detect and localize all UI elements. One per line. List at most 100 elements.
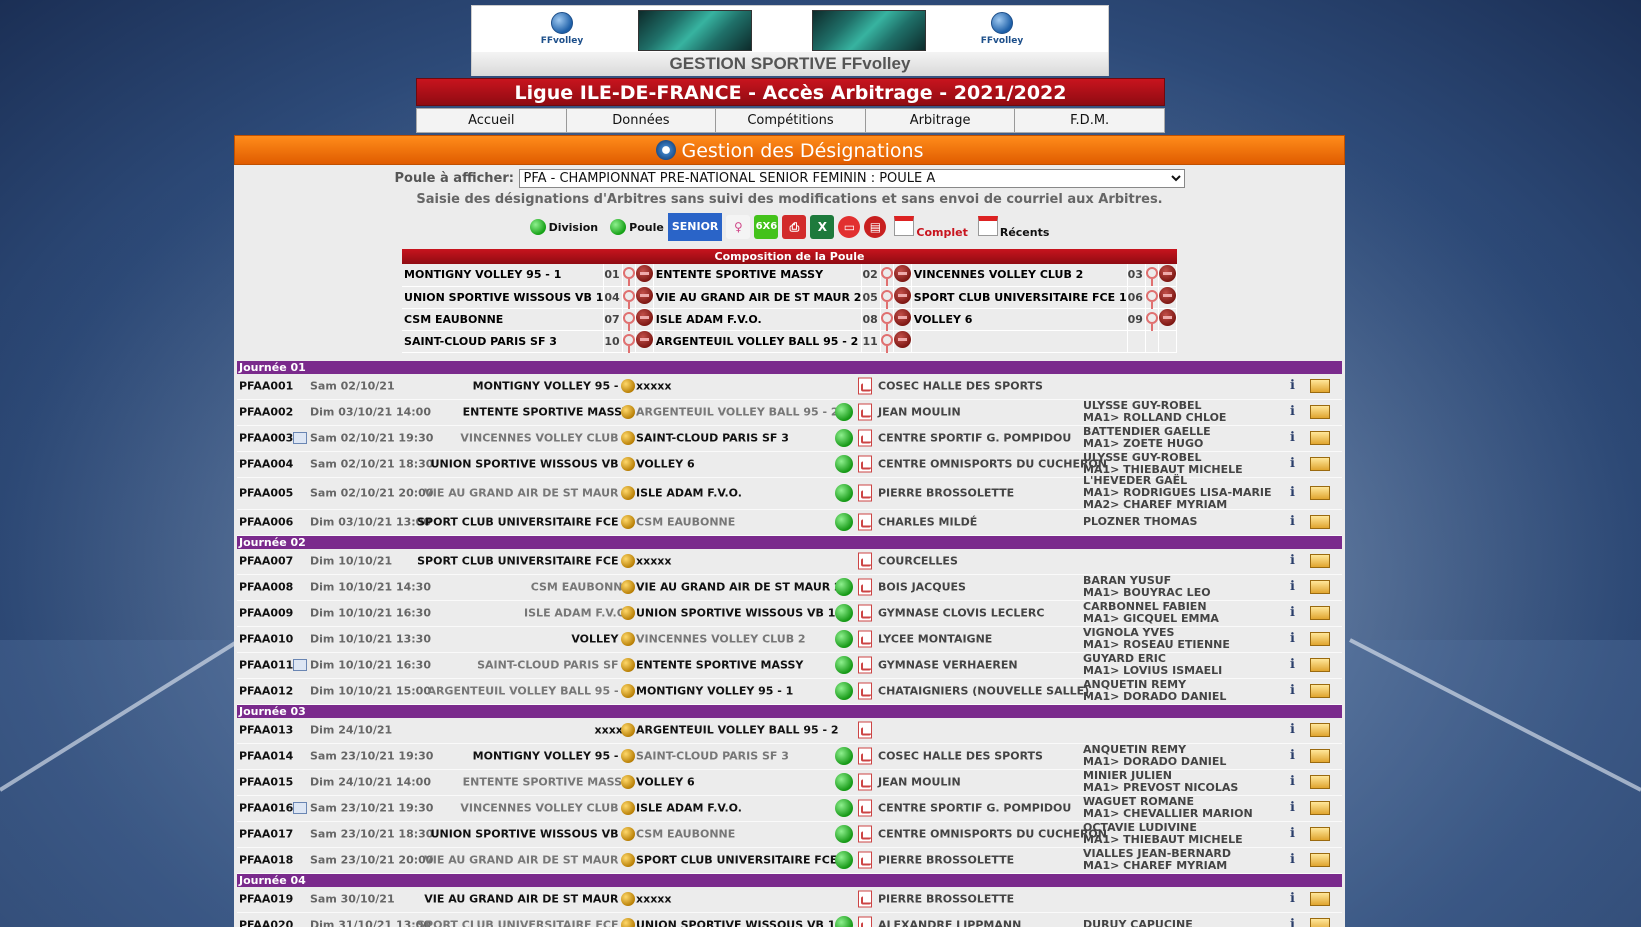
calendar-grid-icon[interactable] bbox=[293, 659, 307, 671]
poule-select[interactable]: PFA - CHAMPIONNAT PRE-NATIONAL SENIOR FE… bbox=[518, 169, 1185, 188]
pdf-icon[interactable] bbox=[858, 403, 872, 421]
mail-icon[interactable] bbox=[1310, 580, 1330, 594]
remove-icon[interactable] bbox=[893, 287, 911, 304]
mail-icon[interactable] bbox=[1310, 827, 1330, 841]
referee-info-icon[interactable]: ℹ bbox=[1290, 917, 1308, 927]
match-code[interactable]: PFAA018 bbox=[239, 854, 293, 867]
remove-icon[interactable] bbox=[893, 309, 911, 326]
remove-icon[interactable] bbox=[1158, 287, 1176, 304]
mail-icon[interactable] bbox=[1310, 658, 1330, 672]
pdf-icon[interactable] bbox=[858, 682, 872, 700]
remove-icon[interactable] bbox=[1158, 264, 1176, 282]
menu-item-donnees[interactable]: Données bbox=[567, 109, 717, 132]
pdf-icon[interactable] bbox=[858, 916, 872, 927]
mail-icon[interactable] bbox=[1310, 853, 1330, 867]
referee-info-icon[interactable]: ℹ bbox=[1290, 800, 1308, 816]
pdf-icon[interactable] bbox=[858, 825, 872, 843]
referee-info-icon[interactable]: ℹ bbox=[1290, 553, 1308, 569]
printer-icon[interactable]: ▤ bbox=[864, 216, 887, 238]
referee-info-icon[interactable]: ℹ bbox=[1290, 404, 1308, 420]
referee-info-icon[interactable]: ℹ bbox=[1290, 378, 1308, 394]
match-code[interactable]: PFAA016 bbox=[239, 802, 293, 815]
referee-info-icon[interactable]: ℹ bbox=[1290, 722, 1308, 738]
referee-info-icon[interactable]: ℹ bbox=[1290, 774, 1308, 790]
referee-info-icon[interactable]: ℹ bbox=[1290, 605, 1308, 621]
remove-icon[interactable] bbox=[635, 309, 653, 326]
mail-icon[interactable] bbox=[1310, 379, 1330, 393]
division-filter[interactable]: Division bbox=[529, 219, 598, 235]
match-code[interactable]: PFAA005 bbox=[239, 487, 293, 500]
female-user-icon[interactable]: ♀ bbox=[726, 215, 751, 239]
recents-link[interactable]: Récents bbox=[977, 215, 1049, 239]
mail-icon[interactable] bbox=[1310, 801, 1330, 815]
pdf-icon[interactable] bbox=[858, 773, 872, 791]
referee-info-icon[interactable]: ℹ bbox=[1290, 579, 1308, 595]
remove-icon[interactable] bbox=[1158, 309, 1176, 326]
mail-icon[interactable] bbox=[1310, 684, 1330, 698]
pdf-icon[interactable] bbox=[858, 429, 872, 447]
pin-icon[interactable] bbox=[1145, 311, 1158, 331]
pdf-icon[interactable] bbox=[858, 630, 872, 648]
pin-icon[interactable] bbox=[880, 289, 893, 309]
pdf-icon[interactable] bbox=[858, 721, 872, 739]
match-code[interactable]: PFAA015 bbox=[239, 776, 293, 789]
mail-icon[interactable] bbox=[1310, 515, 1330, 529]
pin-icon[interactable] bbox=[1145, 289, 1158, 309]
calendar-grid-icon[interactable] bbox=[293, 802, 307, 814]
pin-icon[interactable] bbox=[880, 267, 893, 287]
poule-filter[interactable]: Poule bbox=[610, 219, 664, 235]
remove-icon[interactable] bbox=[635, 331, 653, 348]
excel-export-icon[interactable]: X bbox=[810, 215, 835, 239]
referee-info-icon[interactable]: ℹ bbox=[1290, 683, 1308, 699]
referee-info-icon[interactable]: ℹ bbox=[1290, 826, 1308, 842]
pdf-icon[interactable] bbox=[858, 578, 872, 596]
mail-icon[interactable] bbox=[1310, 775, 1330, 789]
remove-icon[interactable] bbox=[635, 264, 653, 282]
referee-info-icon[interactable]: ℹ bbox=[1290, 514, 1308, 530]
complet-link[interactable]: Complet bbox=[894, 215, 968, 239]
remove-icon[interactable] bbox=[635, 287, 653, 304]
mail-icon[interactable] bbox=[1310, 723, 1330, 737]
pdf-icon[interactable] bbox=[858, 799, 872, 817]
menu-item-fdm[interactable]: F.D.M. bbox=[1015, 109, 1164, 132]
mail-icon[interactable] bbox=[1310, 918, 1330, 927]
mail-icon[interactable] bbox=[1310, 554, 1330, 568]
pdf-icon[interactable] bbox=[858, 890, 872, 908]
pdf-icon[interactable] bbox=[858, 552, 872, 570]
screen-icon[interactable]: ▭ bbox=[838, 216, 861, 238]
match-code[interactable]: PFAA019 bbox=[239, 893, 293, 906]
pin-icon[interactable] bbox=[622, 333, 635, 353]
referee-info-icon[interactable]: ℹ bbox=[1290, 657, 1308, 673]
format-badge[interactable]: 6X6 bbox=[754, 215, 779, 239]
pdf-icon[interactable] bbox=[858, 747, 872, 765]
match-code[interactable]: PFAA010 bbox=[239, 633, 293, 646]
match-code[interactable]: PFAA020 bbox=[239, 919, 293, 927]
pdf-icon[interactable] bbox=[858, 455, 872, 473]
senior-badge[interactable]: SENIOR bbox=[667, 213, 723, 241]
referee-info-icon[interactable]: ℹ bbox=[1290, 852, 1308, 868]
referee-info-icon[interactable]: ℹ bbox=[1290, 748, 1308, 764]
match-code[interactable]: PFAA017 bbox=[239, 828, 293, 841]
mail-icon[interactable] bbox=[1310, 486, 1330, 500]
menu-item-arbitrage[interactable]: Arbitrage bbox=[866, 109, 1016, 132]
mail-icon[interactable] bbox=[1310, 749, 1330, 763]
match-code[interactable]: PFAA009 bbox=[239, 607, 293, 620]
remove-icon[interactable] bbox=[893, 331, 911, 348]
pdf-icon[interactable] bbox=[858, 377, 872, 395]
referee-info-icon[interactable]: ℹ bbox=[1290, 430, 1308, 446]
mail-icon[interactable] bbox=[1310, 405, 1330, 419]
pin-icon[interactable] bbox=[622, 311, 635, 331]
calendar-grid-icon[interactable] bbox=[293, 432, 307, 444]
pdf-icon[interactable] bbox=[858, 484, 872, 502]
print-icon[interactable]: ⎙ bbox=[782, 215, 807, 239]
pin-icon[interactable] bbox=[622, 267, 635, 287]
pdf-icon[interactable] bbox=[858, 604, 872, 622]
match-code[interactable]: PFAA004 bbox=[239, 458, 293, 471]
match-code[interactable]: PFAA001 bbox=[239, 380, 293, 393]
mail-icon[interactable] bbox=[1310, 892, 1330, 906]
mail-icon[interactable] bbox=[1310, 457, 1330, 471]
match-code[interactable]: PFAA007 bbox=[239, 555, 293, 568]
referee-info-icon[interactable]: ℹ bbox=[1290, 485, 1308, 501]
pdf-icon[interactable] bbox=[858, 513, 872, 531]
pdf-icon[interactable] bbox=[858, 851, 872, 869]
